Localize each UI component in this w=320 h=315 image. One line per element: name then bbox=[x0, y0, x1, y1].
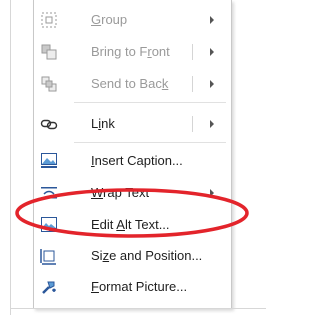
menu-item-label: Link bbox=[91, 116, 115, 131]
menu-item-insert-caption[interactable]: Insert Caption... bbox=[34, 145, 231, 177]
menu-item-label: Format Picture... bbox=[91, 279, 188, 294]
menu-item-send-to-back[interactable]: Send to Back bbox=[34, 68, 231, 100]
link-icon bbox=[40, 115, 58, 133]
menu-item-bring-to-front[interactable]: Bring to Front bbox=[34, 36, 231, 68]
menu-item-label: Send to Back bbox=[91, 76, 169, 91]
split-divider bbox=[192, 44, 193, 60]
menu-item-label: Group bbox=[91, 12, 128, 27]
submenu-arrow-icon bbox=[210, 16, 214, 24]
menu-item-size-and-position[interactable]: Size and Position... bbox=[34, 240, 231, 272]
menu-item-label: Edit Alt Text... bbox=[91, 217, 170, 232]
split-divider bbox=[192, 116, 193, 132]
menu-item-label: Bring to Front bbox=[91, 44, 170, 59]
menu-item-edit-alt-text[interactable]: Edit Alt Text... bbox=[34, 209, 231, 241]
edit-alt-text-icon bbox=[40, 216, 58, 234]
context-menu: Group Bring to Front Send to Back Link I… bbox=[33, 0, 232, 309]
menu-item-group[interactable]: Group bbox=[34, 4, 231, 36]
menu-item-label: Size and Position... bbox=[91, 248, 203, 263]
submenu-arrow-icon[interactable] bbox=[210, 48, 214, 56]
submenu-arrow-icon[interactable] bbox=[210, 120, 214, 128]
menu-item-link[interactable]: Link bbox=[34, 108, 231, 140]
menu-separator bbox=[74, 102, 226, 103]
menu-item-label: Wrap Text bbox=[91, 185, 150, 200]
submenu-arrow-icon bbox=[210, 189, 214, 197]
send-to-back-icon bbox=[40, 75, 58, 93]
document-edge bbox=[0, 0, 11, 315]
menu-item-wrap-text[interactable]: Wrap Text bbox=[34, 177, 231, 209]
bring-to-front-icon bbox=[40, 43, 58, 61]
document-edge-bottom bbox=[10, 308, 266, 309]
menu-item-label: Insert Caption... bbox=[91, 153, 183, 168]
insert-caption-icon bbox=[40, 152, 58, 170]
group-icon bbox=[40, 11, 58, 29]
size-position-icon bbox=[40, 247, 58, 265]
format-picture-icon bbox=[40, 278, 58, 296]
menu-separator bbox=[74, 142, 226, 143]
submenu-arrow-icon[interactable] bbox=[210, 80, 214, 88]
menu-item-format-picture[interactable]: Format Picture... bbox=[34, 271, 231, 303]
wrap-text-icon bbox=[40, 184, 58, 202]
split-divider bbox=[192, 76, 193, 92]
